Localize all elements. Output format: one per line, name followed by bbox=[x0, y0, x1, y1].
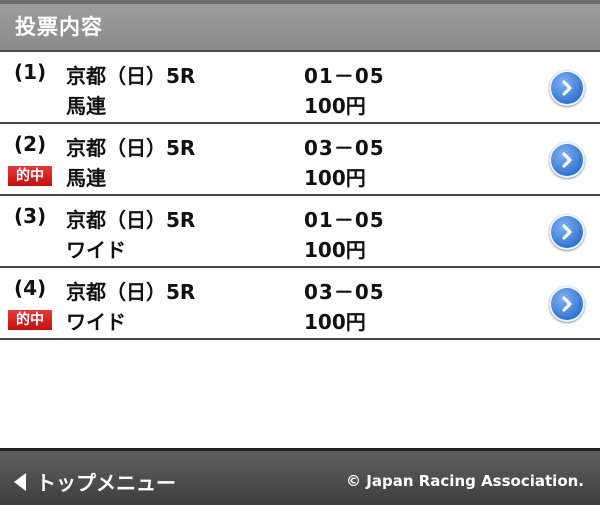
top-menu-link[interactable]: トップメニュー bbox=[14, 467, 176, 496]
bet-number: (4) bbox=[14, 276, 47, 300]
page-header: 投票内容 bbox=[0, 0, 600, 50]
race-name: 京都（日）5R bbox=[66, 280, 196, 304]
bet-type: 馬連 bbox=[66, 166, 106, 190]
bet-number: (3) bbox=[14, 204, 47, 228]
bet-combination: 03－05 bbox=[304, 136, 385, 160]
chevron-right-icon[interactable] bbox=[549, 70, 585, 106]
copyright-text: © Japan Racing Association. bbox=[346, 472, 584, 490]
bet-combination: 01－05 bbox=[304, 208, 385, 232]
page-title: 投票内容 bbox=[15, 15, 103, 39]
bet-type: 馬連 bbox=[66, 94, 106, 118]
bet-combination: 03－05 bbox=[304, 280, 385, 304]
bet-amount: 100円 bbox=[304, 166, 366, 190]
bet-amount: 100円 bbox=[304, 238, 366, 262]
back-triangle-icon bbox=[14, 472, 26, 491]
hit-badge: 的中 bbox=[8, 310, 52, 330]
bet-row-2[interactable]: (2) 的中 京都（日）5R 馬連 03－05 100円 bbox=[0, 124, 600, 196]
race-name: 京都（日）5R bbox=[66, 64, 196, 88]
hit-badge: 的中 bbox=[8, 166, 52, 186]
bet-type: ワイド bbox=[66, 238, 126, 262]
bet-amount: 100円 bbox=[304, 94, 366, 118]
bet-number: (2) bbox=[14, 132, 47, 156]
chevron-right-icon[interactable] bbox=[549, 142, 585, 178]
race-name: 京都（日）5R bbox=[66, 208, 196, 232]
chevron-right-icon[interactable] bbox=[549, 286, 585, 322]
top-menu-label: トップメニュー bbox=[36, 471, 176, 495]
bet-row-4[interactable]: (4) 的中 京都（日）5R ワイド 03－05 100円 bbox=[0, 268, 600, 340]
race-name: 京都（日）5R bbox=[66, 136, 196, 160]
bet-combination: 01－05 bbox=[304, 64, 385, 88]
footer-bar: トップメニュー © Japan Racing Association. bbox=[0, 448, 600, 505]
bet-type: ワイド bbox=[66, 310, 126, 334]
bet-amount: 100円 bbox=[304, 310, 366, 334]
chevron-right-icon[interactable] bbox=[549, 214, 585, 250]
bet-number: (1) bbox=[14, 60, 47, 84]
bet-row-1[interactable]: (1) 京都（日）5R 馬連 01－05 100円 bbox=[0, 50, 600, 124]
bet-row-3[interactable]: (3) 京都（日）5R ワイド 01－05 100円 bbox=[0, 196, 600, 268]
bet-details-screen: 投票内容 (1) 京都（日）5R 馬連 01－05 100円 (2) 的中 京都… bbox=[0, 0, 600, 505]
